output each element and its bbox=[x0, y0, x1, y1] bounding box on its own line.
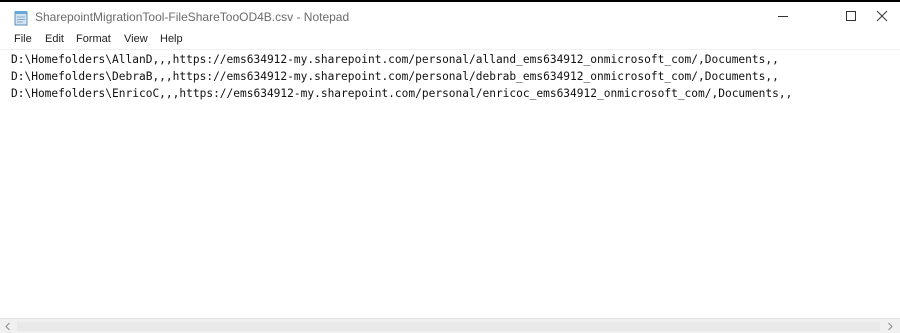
maximize-icon bbox=[845, 9, 857, 27]
title-bar[interactable]: SharepointMigrationTool-FileShareTooOD4B… bbox=[0, 2, 900, 32]
menu-edit[interactable]: Edit bbox=[45, 33, 64, 45]
menu-help[interactable]: Help bbox=[160, 33, 183, 45]
editor-line: D:\Homefolders\AllanD,,,https://ems63491… bbox=[11, 53, 779, 66]
menu-bar: File Edit Format View Help bbox=[0, 31, 900, 50]
minimize-icon bbox=[777, 9, 789, 27]
window-title: SharepointMigrationTool-FileShareTooOD4B… bbox=[35, 10, 350, 24]
editor-line: D:\Homefolders\DebraB,,,https://ems63491… bbox=[11, 70, 779, 83]
notepad-window: SharepointMigrationTool-FileShareTooOD4B… bbox=[0, 0, 900, 333]
menu-file[interactable]: File bbox=[14, 33, 32, 45]
minimize-button[interactable] bbox=[760, 4, 806, 32]
notepad-icon bbox=[14, 10, 28, 26]
close-icon bbox=[876, 9, 888, 27]
text-editor[interactable]: D:\Homefolders\AllanD,,,https://ems63491… bbox=[0, 50, 900, 318]
horizontal-scrollbar[interactable] bbox=[0, 318, 900, 333]
scroll-thumb[interactable] bbox=[17, 322, 880, 331]
chevron-right-icon[interactable] bbox=[884, 321, 896, 332]
close-button[interactable] bbox=[864, 4, 900, 32]
menu-format[interactable]: Format bbox=[76, 33, 111, 45]
chevron-left-icon[interactable] bbox=[2, 321, 14, 332]
editor-line: D:\Homefolders\EnricoC,,,https://ems6349… bbox=[11, 87, 793, 100]
menu-view[interactable]: View bbox=[124, 33, 148, 45]
